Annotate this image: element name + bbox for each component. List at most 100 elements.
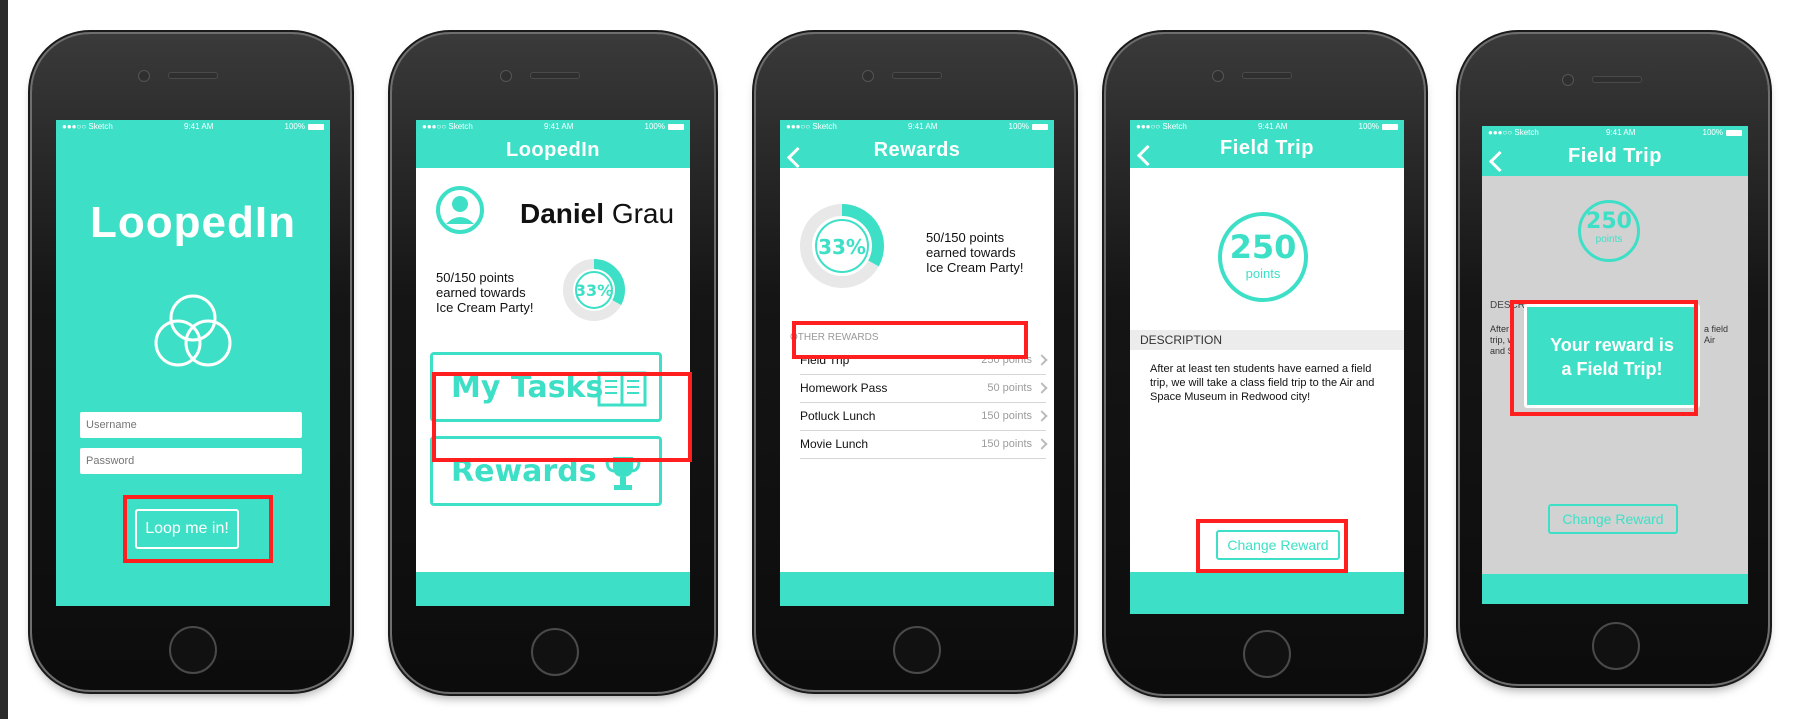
battery-indicator: 100% (285, 122, 324, 132)
progress-ring: 33% (563, 259, 625, 321)
battery-indicator: 100% (645, 122, 684, 132)
points-line-1: 50/150 points (926, 230, 1005, 245)
points-summary: 50/150 points earned towards Ice Cream P… (926, 230, 1024, 275)
nav-title: Field Trip (1220, 136, 1314, 159)
highlight-box (1196, 519, 1348, 573)
reward-name: Movie Lunch (800, 437, 869, 451)
bottom-band (1482, 574, 1748, 604)
points-line-1: 50/150 points (436, 270, 515, 285)
battery-indicator: 100% (1703, 128, 1742, 138)
first-name: Daniel (520, 198, 605, 229)
chevron-right-icon (1036, 382, 1048, 394)
battery-icon (307, 123, 324, 130)
battery-icon (1381, 123, 1398, 130)
home-button[interactable] (1243, 630, 1291, 678)
phone-reward-detail: ●●●○○ Sketch 9:41 AM 100% Field Trip 250… (1106, 34, 1424, 694)
app-title: LoopedIn (90, 198, 296, 247)
speaker (1592, 76, 1642, 83)
points-circle: 250 points (1578, 200, 1640, 262)
home-button[interactable] (893, 626, 941, 674)
reward-points: 150 points (981, 410, 1032, 422)
highlight-box (792, 321, 1028, 359)
speaker (1242, 72, 1292, 79)
progress-label: 33% (575, 281, 613, 300)
nav-title: Rewards (873, 138, 961, 161)
time-text: 9:41 AM (184, 122, 214, 131)
battery-text: 100% (284, 122, 305, 131)
reward-row[interactable]: Potluck Lunch 150 points (800, 402, 1048, 431)
speaker (892, 72, 942, 79)
carrier-text: ●●●○○ Sketch (62, 122, 113, 131)
reward-points: 50 points (987, 382, 1032, 394)
status-bar: ●●●○○ Sketch 9:41 AM 100% (56, 122, 330, 132)
points-circle: 250 points (1218, 212, 1308, 302)
bg-text-right-1: a field (1704, 324, 1729, 334)
user-avatar-icon (436, 186, 484, 234)
speaker (168, 72, 218, 79)
three-circles-logo-icon (154, 294, 232, 367)
content-area: Daniel Grau 50/150 points earned towards… (416, 168, 690, 572)
reward-name: Potluck Lunch (800, 409, 876, 423)
battery-text: 100% (1702, 128, 1723, 137)
phone-reward-confirm: ●●●○○ Sketch 9:41 AM 100% Field Trip 250… (1460, 34, 1768, 684)
status-bar: ●●●○○ Sketch 9:41 AM 100% (780, 122, 1054, 132)
speaker (530, 72, 580, 79)
chevron-right-icon (1036, 354, 1048, 366)
reward-points-wrap: 150 points (981, 438, 1048, 450)
password-input[interactable] (80, 448, 302, 474)
reward-points: 150 points (981, 438, 1032, 450)
highlight-box (432, 372, 692, 462)
home-button[interactable] (1592, 622, 1640, 670)
carrier-text: ●●●○○ Sketch (1488, 128, 1539, 137)
points-unit: points (1595, 234, 1623, 245)
reward-points-wrap: 150 points (981, 410, 1048, 422)
bg-text-right: a field Air (1704, 324, 1728, 346)
last-name: Grau (611, 198, 675, 229)
camera (500, 70, 512, 82)
username-input[interactable] (80, 412, 302, 438)
home-button[interactable] (531, 628, 579, 676)
time-text: 9:41 AM (1606, 128, 1636, 137)
content-area: 33% 50/150 points earned towards Ice Cre… (780, 168, 1054, 572)
points-line-3: Ice Cream Party! (436, 300, 534, 315)
battery-indicator: 100% (1009, 122, 1048, 132)
highlight-box (1510, 300, 1698, 416)
description-header: DESCRIPTION (1130, 330, 1404, 350)
screen-rewards: ●●●○○ Sketch 9:41 AM 100% Rewards 33% 50… (780, 120, 1054, 606)
status-bar: ●●●○○ Sketch 9:41 AM 100% (1482, 128, 1748, 138)
battery-icon (1031, 123, 1048, 130)
screen-home: ●●●○○ Sketch 9:41 AM 100% LoopedIn Danie… (416, 120, 690, 606)
reward-row[interactable]: Homework Pass 50 points (800, 374, 1048, 403)
phone-login: ●●●○○ Sketch 9:41 AM 100% LoopedIn Loop … (32, 34, 350, 690)
camera (1212, 70, 1224, 82)
carrier-text: ●●●○○ Sketch (786, 122, 837, 131)
points-unit: points (1245, 266, 1281, 281)
nav-title: LoopedIn (506, 138, 600, 161)
camera (138, 70, 150, 82)
progress-ring: 33% (800, 204, 884, 288)
description-text: After at least ten students have earned … (1150, 363, 1375, 403)
bg-text-right-2: Air (1704, 335, 1715, 345)
canvas: ●●●○○ Sketch 9:41 AM 100% LoopedIn Loop … (8, 0, 1801, 719)
camera (862, 70, 874, 82)
battery-text: 100% (1008, 122, 1029, 131)
points-line-3: Ice Cream Party! (926, 260, 1024, 275)
camera (1562, 74, 1574, 86)
chevron-right-icon (1036, 410, 1048, 422)
profile-name: Daniel Grau (520, 198, 674, 230)
reward-name: Homework Pass (800, 381, 888, 395)
change-reward-button[interactable]: Change Reward (1548, 504, 1678, 534)
reward-row[interactable]: Movie Lunch 150 points (800, 430, 1048, 459)
home-button[interactable] (169, 626, 217, 674)
chevron-right-icon (1036, 438, 1048, 450)
reward-points-wrap: 50 points (987, 382, 1048, 394)
points-line-2: earned towards (436, 285, 526, 300)
battery-text: 100% (644, 122, 665, 131)
points-value: 250 (1586, 209, 1632, 234)
time-text: 9:41 AM (544, 122, 574, 131)
phone-home: ●●●○○ Sketch 9:41 AM 100% LoopedIn Danie… (392, 34, 714, 692)
carrier-text: ●●●○○ Sketch (422, 122, 473, 131)
progress-label: 33% (818, 235, 866, 259)
points-value: 250 (1229, 228, 1297, 266)
nav-title: Field Trip (1568, 144, 1662, 167)
